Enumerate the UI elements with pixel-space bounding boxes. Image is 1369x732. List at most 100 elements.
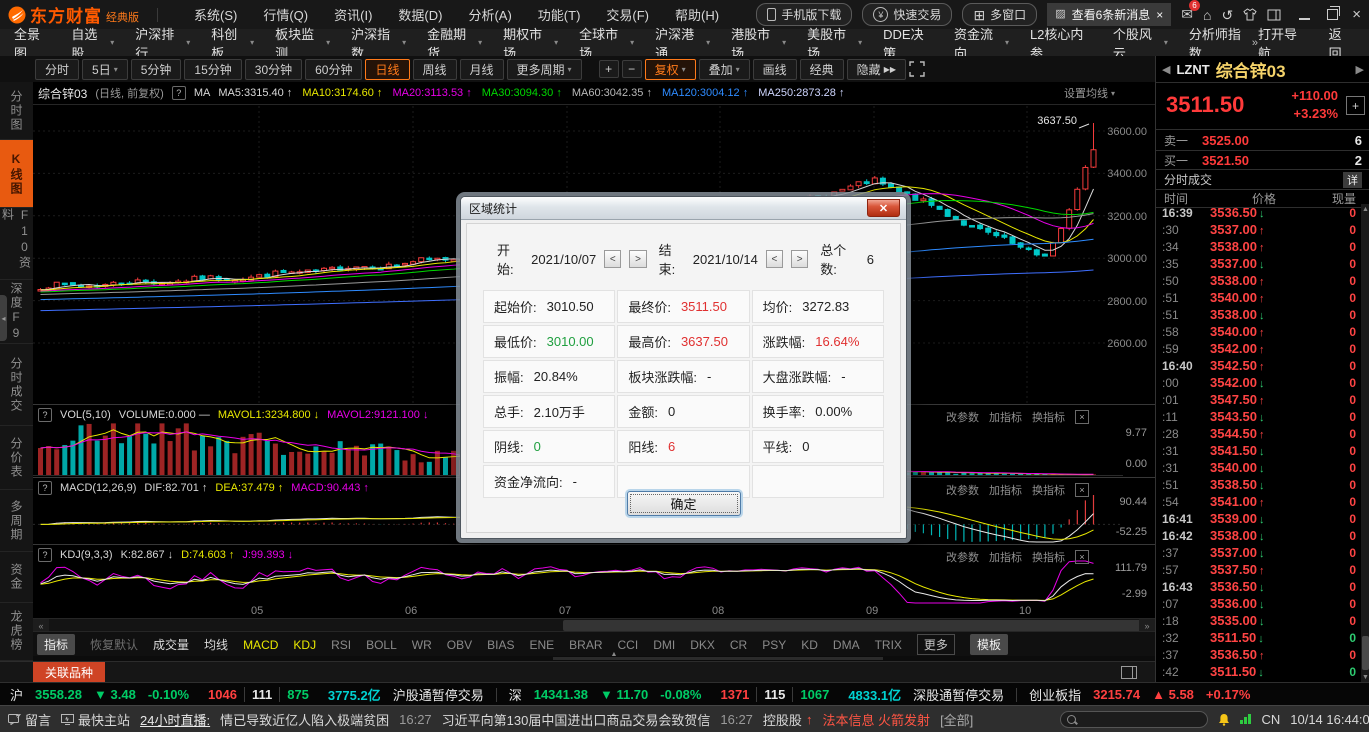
menubar-item[interactable]: 交易(F)	[606, 5, 649, 24]
sidebar-item[interactable]: 分时图	[0, 82, 33, 140]
fullscreen-icon[interactable]	[909, 61, 925, 77]
scrollbar-thumb[interactable]	[563, 620, 1141, 631]
menubar-item[interactable]: 帮助(H)	[675, 5, 719, 24]
add-to-watchlist-button[interactable]: +	[1346, 96, 1365, 115]
menubar-item[interactable]: 功能(T)	[538, 5, 581, 24]
grip-icon[interactable]: ▲	[589, 651, 639, 658]
tool-button[interactable]: 叠加▾	[699, 59, 750, 80]
sz-label[interactable]: 深	[509, 685, 522, 704]
mail-button[interactable]: ✉ 6	[1181, 6, 1193, 24]
hot-topics[interactable]: 法本信息 火箭发射	[822, 710, 930, 729]
menubar-item[interactable]: 资讯(I)	[334, 5, 372, 24]
indicator-tab[interactable]: CCI	[618, 638, 639, 652]
zoom-in-button[interactable]: +	[599, 60, 619, 78]
add-indicator-button[interactable]: 加指标	[989, 549, 1022, 565]
help-icon[interactable]: ?	[38, 548, 52, 562]
indicator-tab[interactable]: DMA	[833, 638, 860, 652]
next-instrument-icon[interactable]: ▶	[1356, 63, 1364, 76]
menubar-item[interactable]: 系统(S)	[194, 5, 237, 24]
sidebar-item[interactable]: 龙虎榜	[0, 603, 33, 661]
indicator-tab[interactable]: TRIX	[875, 638, 902, 652]
period-button[interactable]: 5日▾	[82, 59, 128, 80]
language-label[interactable]: CN	[1261, 712, 1280, 727]
period-button[interactable]: 更多周期▾	[507, 59, 582, 80]
end-prev-button[interactable]: <	[766, 250, 783, 268]
all-scope-link[interactable]: [全部]	[940, 710, 973, 729]
period-button[interactable]: 5分钟	[131, 59, 182, 80]
add-indicator-button[interactable]: 加指标	[989, 409, 1022, 425]
ma-settings-button[interactable]: 设置均线▾	[1064, 85, 1115, 101]
skin-icon[interactable]	[1243, 8, 1257, 21]
switch-indicator-button[interactable]: 换指标	[1032, 409, 1065, 425]
help-icon[interactable]: ?	[172, 86, 186, 100]
news-ticker[interactable]: 控股股	[763, 710, 802, 729]
indicator-tab[interactable]: 指标	[37, 634, 75, 655]
minimize-button[interactable]	[1299, 9, 1310, 20]
trade-list[interactable]: 16:393536.50↓0:303537.00↑0:343538.00↑0:3…	[1156, 204, 1369, 682]
indicator-tab[interactable]: ENE	[529, 638, 554, 652]
indicator-tab[interactable]: RSI	[331, 638, 351, 652]
sidebar-item[interactable]: 资金	[0, 552, 33, 602]
period-button[interactable]: 月线	[460, 59, 504, 80]
indicator-tab[interactable]: BOLL	[366, 638, 397, 652]
sidebar-item[interactable]: 分时成交	[0, 344, 33, 426]
zoom-out-button[interactable]: −	[622, 60, 642, 78]
home-icon[interactable]: ⌂	[1203, 8, 1211, 22]
change-params-button[interactable]: 改参数	[946, 549, 979, 565]
dialog-titlebar[interactable]: 区域统计 ✕	[461, 197, 906, 220]
help-icon[interactable]: ?	[38, 481, 52, 495]
indicator-tab[interactable]: MACD	[243, 638, 278, 652]
add-indicator-button[interactable]: 加指标	[989, 482, 1022, 498]
indicator-tab[interactable]: 成交量	[153, 636, 189, 653]
menubar-item[interactable]: 数据(D)	[398, 5, 442, 24]
indicator-tab[interactable]: BIAS	[487, 638, 514, 652]
tab-related-instruments[interactable]: 关联品种	[33, 662, 105, 683]
indicator-tab[interactable]: WR	[412, 638, 432, 652]
dismiss-messages-icon[interactable]: ×	[1156, 8, 1163, 22]
sidebar-item[interactable]: 多周期	[0, 490, 33, 552]
bell-icon[interactable]	[1218, 713, 1230, 726]
indicator-tab[interactable]: 更多	[917, 634, 955, 655]
indicator-tab[interactable]: 均线	[204, 636, 228, 653]
help-icon[interactable]: ?	[38, 408, 52, 422]
indicator-tab[interactable]: CR	[730, 638, 747, 652]
prev-instrument-icon[interactable]: ◀	[1162, 63, 1170, 76]
live-stream-link[interactable]: 24小时直播:	[140, 710, 210, 729]
sidebar-collapse-handle[interactable]: ◂	[0, 295, 7, 341]
news-headline[interactable]: 情已导致近亿人陷入极端贫困	[220, 710, 389, 729]
trade-list-scrollbar[interactable]: ▲ ▼	[1361, 204, 1369, 682]
news-headline[interactable]: 习近平向第130届中国进出口商品交易会致贺信	[442, 710, 711, 729]
indicator-tab[interactable]: OBV	[447, 638, 472, 652]
end-next-button[interactable]: >	[791, 250, 808, 268]
ok-button[interactable]: 确定	[627, 491, 741, 516]
switch-indicator-button[interactable]: 换指标	[1032, 482, 1065, 498]
change-params-button[interactable]: 改参数	[946, 409, 979, 425]
tool-adjust[interactable]: 复权▾	[645, 59, 696, 80]
dialog-close-button[interactable]: ✕	[867, 199, 900, 217]
indicator-tab[interactable]: PSY	[762, 638, 786, 652]
scrollbar-thumb[interactable]	[1362, 636, 1369, 670]
tool-button[interactable]: 画线	[753, 59, 797, 80]
restore-button[interactable]	[1327, 9, 1338, 20]
tool-button[interactable]: 经典	[800, 59, 844, 80]
sidebar-item[interactable]: F10资料	[0, 208, 33, 280]
change-params-button[interactable]: 改参数	[946, 482, 979, 498]
period-button[interactable]: 日线	[365, 59, 409, 80]
indicator-tab[interactable]: KDJ	[293, 638, 316, 652]
search-input[interactable]	[1060, 711, 1208, 728]
sidebar-item[interactable]: 分价表	[0, 426, 33, 490]
close-pane-icon[interactable]: ×	[1075, 410, 1089, 424]
period-button[interactable]: 15分钟	[184, 59, 241, 80]
tool-button[interactable]: 隐藏▶▶	[847, 59, 906, 80]
period-button[interactable]: 30分钟	[245, 59, 302, 80]
indicator-tab[interactable]: DKX	[690, 638, 715, 652]
switch-indicator-button[interactable]: 换指标	[1032, 549, 1065, 565]
sh-label[interactable]: 沪	[10, 685, 23, 704]
start-prev-button[interactable]: <	[604, 250, 621, 268]
indicator-tab[interactable]: DMI	[653, 638, 675, 652]
detail-button[interactable]: 详	[1343, 172, 1362, 188]
menubar-item[interactable]: 行情(Q)	[263, 5, 308, 24]
indicator-tab[interactable]: KD	[801, 638, 818, 652]
indicator-tab[interactable]: 模板	[970, 634, 1008, 655]
start-next-button[interactable]: >	[629, 250, 646, 268]
